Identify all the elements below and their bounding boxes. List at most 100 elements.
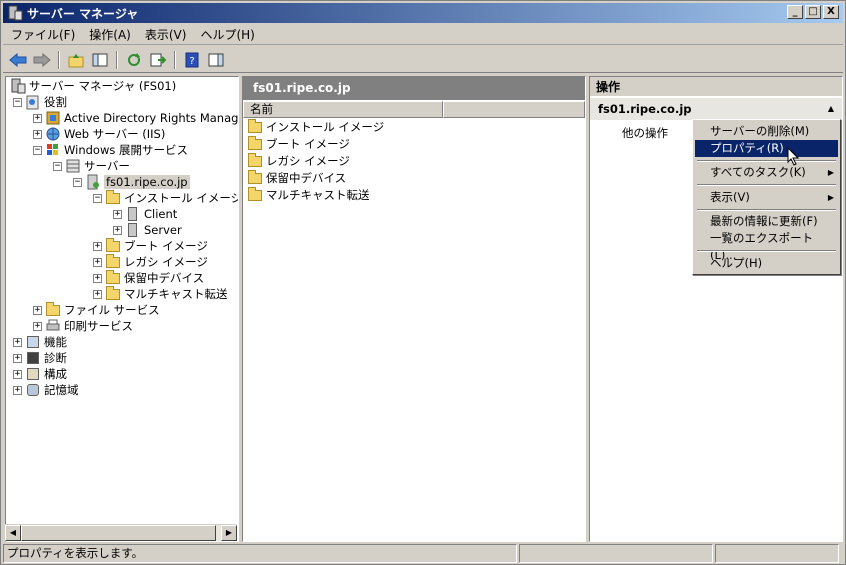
tree-item-legacy[interactable]: + レガシ イメージ	[93, 254, 208, 270]
menu-item-view[interactable]: 表示(V) ▶	[695, 189, 838, 206]
title-bar[interactable]: サーバー マネージャ _ □ X	[3, 3, 843, 23]
menu-separator	[697, 250, 836, 252]
tree-item-print-services[interactable]: + 印刷サービス	[33, 318, 133, 334]
menu-item-refresh[interactable]: 最新の情報に更新(F)	[695, 213, 838, 230]
tree-item-diagnostics[interactable]: + 診断	[13, 350, 67, 366]
expand-icon[interactable]: +	[13, 369, 22, 379]
menu-item-delete-server[interactable]: サーバーの削除(M)	[695, 123, 838, 140]
menu-separator	[697, 160, 836, 162]
back-arrow-icon[interactable]	[7, 50, 29, 70]
list-item[interactable]: ブート イメージ	[247, 135, 350, 152]
list-item-label: レガシ イメージ	[266, 153, 350, 168]
export-list-icon[interactable]	[147, 50, 169, 70]
expand-icon[interactable]: +	[93, 241, 102, 251]
tree-item-file-services[interactable]: + ファイル サービス	[33, 302, 160, 318]
list-item[interactable]: 保留中デバイス	[247, 169, 346, 186]
tree-item-label: 記憶域	[44, 383, 79, 397]
tree-item-root[interactable]: サーバー マネージャ (FS01)	[10, 78, 176, 94]
collapse-icon[interactable]: −	[13, 97, 22, 107]
tree-item-label: Web サーバー (IIS)	[64, 127, 166, 141]
menu-separator	[697, 209, 836, 211]
help-icon[interactable]: ?	[181, 50, 203, 70]
expand-icon[interactable]: +	[93, 257, 102, 267]
tree-pane[interactable]: サーバー マネージャ (FS01) − 役割 + Active Director…	[5, 76, 239, 542]
expand-icon[interactable]: +	[13, 353, 22, 363]
tree-item-host[interactable]: − fs01.ripe.co.jp	[73, 174, 190, 190]
scroll-right-icon[interactable]: ▶	[221, 525, 237, 541]
forward-arrow-icon[interactable]	[31, 50, 53, 70]
actions-header: 操作	[590, 77, 842, 97]
expand-icon[interactable]: +	[33, 305, 42, 315]
menu-item-properties[interactable]: プロパティ(R)	[695, 140, 838, 157]
list-item-label: インストール イメージ	[266, 119, 385, 134]
up-folder-icon[interactable]	[65, 50, 87, 70]
menu-action[interactable]: 操作(A)	[83, 26, 137, 43]
scroll-thumb[interactable]	[21, 525, 216, 541]
expand-icon[interactable]: +	[33, 321, 42, 331]
column-header-name[interactable]: 名前	[243, 101, 443, 118]
close-button[interactable]: X	[823, 5, 839, 19]
tree-item-client[interactable]: + Client	[113, 206, 177, 222]
expand-icon[interactable]: +	[113, 225, 122, 235]
expand-icon[interactable]: +	[13, 337, 22, 347]
menu-file[interactable]: ファイル(F)	[5, 26, 81, 43]
refresh-icon[interactable]	[123, 50, 145, 70]
multicast-folder-icon	[105, 286, 121, 302]
legacy-folder-icon	[105, 254, 121, 270]
expand-icon[interactable]: +	[13, 385, 22, 395]
tree-item-label: fs01.ripe.co.jp	[104, 175, 190, 189]
tree-item-features[interactable]: + 機能	[13, 334, 67, 350]
expand-icon[interactable]: +	[93, 273, 102, 283]
tree-item-storage[interactable]: + 記憶域	[13, 382, 79, 398]
show-hide-tree-icon[interactable]	[89, 50, 111, 70]
tree-item-adrm[interactable]: + Active Directory Rights Manager	[33, 110, 239, 126]
tree-horizontal-scrollbar[interactable]: ◀ ▶	[5, 524, 237, 541]
list-item[interactable]: マルチキャスト転送	[247, 186, 370, 203]
expand-icon[interactable]: +	[33, 113, 42, 123]
content-pane: fs01.ripe.co.jp 名前 インストール イメージ ブート イメージ …	[242, 76, 586, 542]
tree-item-server[interactable]: + Server	[113, 222, 182, 238]
expand-icon[interactable]: +	[33, 129, 42, 139]
tree-item-label: ファイル サービス	[64, 303, 160, 317]
list-item[interactable]: インストール イメージ	[247, 118, 384, 135]
toolbar-separator	[116, 51, 118, 69]
tree-item-wds[interactable]: − Windows 展開サービス	[33, 142, 188, 158]
multicast-folder-icon	[247, 186, 263, 203]
action-pane-icon[interactable]	[205, 50, 227, 70]
tree-item-multicast[interactable]: + マルチキャスト転送	[93, 286, 228, 302]
tree-item-configuration[interactable]: + 構成	[13, 366, 67, 382]
collapse-icon[interactable]: −	[53, 161, 62, 171]
list-item[interactable]: レガシ イメージ	[247, 152, 350, 169]
tree-item-label: 構成	[44, 367, 67, 381]
tree-item-pending[interactable]: + 保留中デバイス	[93, 270, 204, 286]
tree-item-boot[interactable]: + ブート イメージ	[93, 238, 208, 254]
pending-folder-icon	[105, 270, 121, 286]
expand-icon[interactable]: +	[113, 209, 122, 219]
minimize-button[interactable]: _	[787, 5, 803, 19]
menu-item-export-list[interactable]: 一覧のエクスポート(L)...	[695, 230, 838, 262]
menu-bar: ファイル(F) 操作(A) 表示(V) ヘルプ(H)	[3, 25, 843, 45]
collapse-icon[interactable]: −	[33, 145, 42, 155]
tree-item-servers[interactable]: − サーバー	[53, 158, 130, 174]
menu-item-help[interactable]: ヘルプ(H)	[695, 255, 838, 272]
tree-item-iis[interactable]: + Web サーバー (IIS)	[33, 126, 165, 142]
menu-view[interactable]: 表示(V)	[139, 26, 193, 43]
menu-item-all-tasks[interactable]: すべてのタスク(K) ▶	[695, 164, 838, 181]
tree-item-label: Client	[144, 207, 178, 221]
actions-section-host[interactable]: fs01.ripe.co.jp ▲	[590, 98, 842, 120]
tree-item-label: 役割	[44, 95, 67, 109]
column-header-empty[interactable]	[443, 101, 585, 118]
maximize-button[interactable]: □	[805, 5, 821, 19]
collapse-icon[interactable]: −	[93, 193, 102, 203]
tree-item-install[interactable]: − インストール イメージ	[93, 190, 238, 206]
collapse-icon[interactable]: −	[73, 177, 82, 187]
expand-icon[interactable]: +	[93, 289, 102, 299]
tree-item-roles[interactable]: − 役割	[13, 94, 67, 110]
more-actions[interactable]: 他の操作	[622, 125, 668, 141]
menu-help[interactable]: ヘルプ(H)	[194, 26, 260, 43]
servers-icon	[65, 158, 81, 174]
collapse-caret-icon[interactable]: ▲	[828, 98, 834, 120]
menu-separator	[697, 184, 836, 186]
scroll-left-icon[interactable]: ◀	[5, 525, 21, 541]
tree-item-label: Active Directory Rights Manager	[64, 111, 239, 125]
